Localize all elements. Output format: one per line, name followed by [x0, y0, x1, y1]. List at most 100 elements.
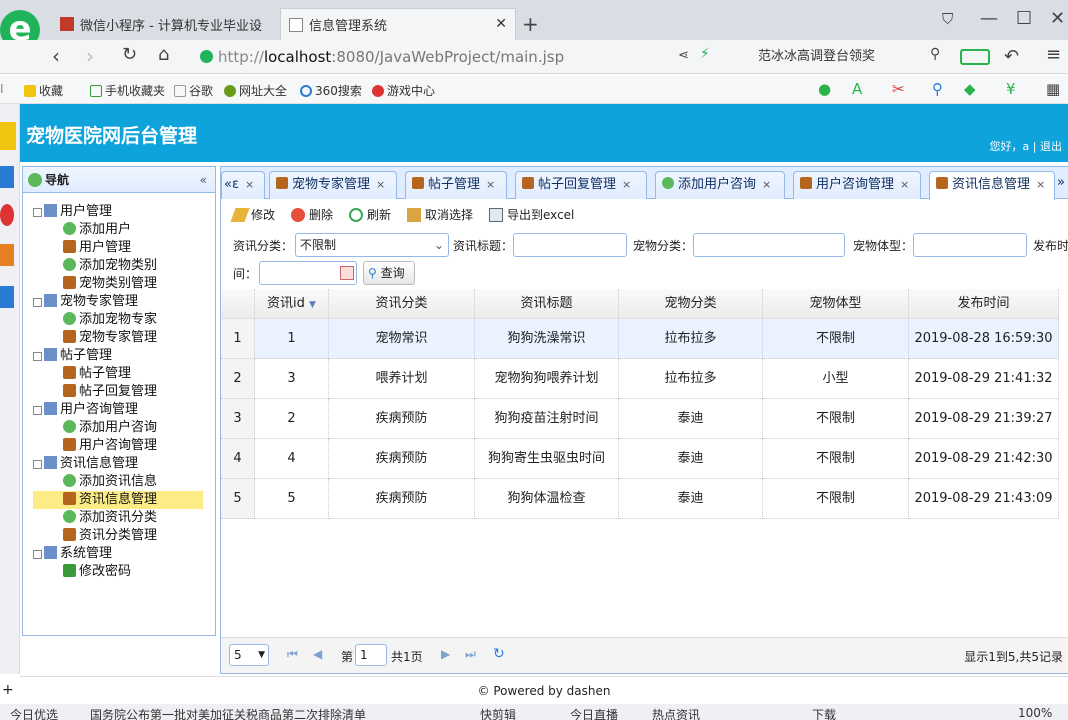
scissors-icon[interactable]: ✂	[892, 80, 905, 98]
expand-toggle-icon[interactable]	[33, 550, 42, 559]
nav-item[interactable]: 宠物类别管理	[63, 275, 157, 293]
reload-icon[interactable]: ↻	[122, 44, 137, 65]
cancel-select-button[interactable]: 取消选择	[407, 206, 473, 223]
note-icon[interactable]	[0, 286, 14, 308]
nav-item[interactable]: 资讯信息管理	[33, 491, 203, 509]
last-page-icon[interactable]: ⏭	[465, 647, 476, 662]
edit-button[interactable]: 修改	[230, 206, 275, 223]
close-icon[interactable]: ×	[900, 178, 909, 191]
battery-icon[interactable]	[960, 49, 990, 65]
column-header[interactable]: 资讯分类	[329, 289, 475, 319]
shirt-icon[interactable]: ⛉	[942, 10, 953, 28]
close-icon[interactable]: ×	[376, 178, 385, 191]
nav-item[interactable]: 添加用户	[63, 221, 131, 239]
table-cell[interactable]: 2019-08-29 21:39:27	[909, 399, 1059, 439]
table-cell[interactable]: 泰迪	[619, 399, 763, 439]
close-icon[interactable]: ×	[486, 178, 495, 191]
refresh-icon[interactable]: ↻	[493, 646, 505, 662]
status-item[interactable]: 下载	[812, 706, 836, 720]
nav-item[interactable]: 添加用户咨询	[63, 419, 157, 437]
close-tab-icon[interactable]: ✕	[495, 16, 507, 32]
table-cell[interactable]: 狗狗洗澡常识	[475, 319, 619, 359]
query-button[interactable]: ⚲ 查询	[363, 261, 415, 285]
browser-tab-active[interactable]: 信息管理系统 ✕	[280, 8, 516, 40]
page-size-select[interactable]: 5 ▼	[229, 644, 269, 666]
table-cell[interactable]: 喂养计划	[329, 359, 475, 399]
forward-icon[interactable]: ›	[86, 44, 94, 68]
delete-button[interactable]: 删除	[291, 206, 333, 223]
table-cell[interactable]: 不限制	[763, 399, 909, 439]
translate-icon[interactable]: A	[852, 80, 862, 98]
nav-item[interactable]: 资讯分类管理	[63, 527, 157, 545]
table-cell[interactable]: 小型	[763, 359, 909, 399]
table-cell[interactable]: 2019-08-29 21:41:32	[909, 359, 1059, 399]
expand-toggle-icon[interactable]	[33, 208, 42, 217]
nav-group[interactable]: 系统管理	[33, 545, 112, 563]
status-item[interactable]: 热点资讯	[652, 706, 700, 720]
bookmark-item[interactable]: 游戏中心	[372, 82, 435, 99]
bookmark-item[interactable]: 谷歌	[174, 82, 213, 99]
maximize-icon[interactable]: ☐	[1016, 8, 1032, 29]
column-header[interactable]: 宠物体型	[763, 289, 909, 319]
prev-page-icon[interactable]: ◀	[313, 647, 322, 661]
column-header[interactable]: 宠物分类	[619, 289, 763, 319]
table-cell[interactable]: 拉布拉多	[619, 319, 763, 359]
table-cell[interactable]: 宠物常识	[329, 319, 475, 359]
minimize-icon[interactable]: —	[980, 8, 998, 29]
table-cell[interactable]: 疾病预防	[329, 439, 475, 479]
new-tab-button[interactable]: +	[522, 12, 539, 36]
share-icon[interactable]: ⋖	[678, 48, 689, 63]
close-icon[interactable]: ×	[622, 178, 631, 191]
table-cell[interactable]: 泰迪	[619, 479, 763, 519]
table-cell[interactable]: 不限制	[763, 439, 909, 479]
nav-item[interactable]: 宠物专家管理	[63, 329, 157, 347]
calendar-icon[interactable]	[340, 266, 354, 280]
apps-icon[interactable]: ▦	[1046, 80, 1060, 98]
page-tab[interactable]: 资讯信息管理 ×	[929, 171, 1055, 200]
scroll-right-icon[interactable]: »	[1057, 175, 1065, 190]
nav-item[interactable]: 添加宠物类别	[63, 257, 157, 275]
status-item[interactable]: 今日直播	[570, 706, 618, 720]
pet-category-input[interactable]	[693, 233, 845, 257]
table-cell[interactable]: 拉布拉多	[619, 359, 763, 399]
home-icon[interactable]: ⌂	[158, 44, 169, 65]
page-tab[interactable]: 帖子回复管理 ×	[515, 171, 647, 199]
table-cell[interactable]: 2019-08-28 16:59:30	[909, 319, 1059, 359]
nav-item[interactable]: 帖子管理	[63, 365, 131, 383]
table-cell[interactable]: 泰迪	[619, 439, 763, 479]
status-item[interactable]: 快剪辑	[480, 706, 516, 720]
pet-size-input[interactable]	[913, 233, 1027, 257]
table-cell[interactable]: 狗狗体温检查	[475, 479, 619, 519]
browser-tab[interactable]: 微信小程序 - 计算机专业毕业设	[52, 8, 270, 40]
table-cell[interactable]: 不限制	[763, 479, 909, 519]
close-window-icon[interactable]: ✕	[1050, 8, 1065, 29]
nav-group[interactable]: 用户咨询管理	[33, 401, 138, 419]
page-tab[interactable]: 宠物专家管理 ×	[269, 171, 397, 199]
bookmark-item[interactable]: 手机收藏夹	[90, 82, 165, 99]
nav-item[interactable]: 用户管理	[63, 239, 131, 257]
nav-item[interactable]: 添加资讯分类	[63, 509, 157, 527]
table-cell[interactable]: 4	[255, 439, 329, 479]
close-icon[interactable]: ×	[1036, 178, 1045, 191]
column-header[interactable]: 发布时间	[909, 289, 1059, 319]
table-cell[interactable]: 宠物狗狗喂养计划	[475, 359, 619, 399]
table-cell[interactable]: 狗狗寄生虫驱虫时间	[475, 439, 619, 479]
table-cell[interactable]: 3	[255, 359, 329, 399]
bookmark-item[interactable]: 收藏	[24, 82, 63, 99]
gamepad-icon[interactable]: ◆	[964, 80, 976, 98]
money-icon[interactable]: ¥	[1006, 80, 1016, 98]
bookmark-item[interactable]: 360搜索	[300, 82, 362, 99]
weibo-icon[interactable]	[0, 204, 14, 226]
table-cell[interactable]: 2	[255, 399, 329, 439]
title-input[interactable]	[513, 233, 627, 257]
table-cell[interactable]: 2019-08-29 21:43:09	[909, 479, 1059, 519]
nav-item[interactable]: 帖子回复管理	[63, 383, 157, 401]
add-icon[interactable]: +	[2, 682, 14, 698]
nav-group[interactable]: 资讯信息管理	[33, 455, 138, 473]
nav-item[interactable]: 添加宠物专家	[63, 311, 157, 329]
nav-item[interactable]: 修改密码	[63, 563, 131, 581]
expand-toggle-icon[interactable]	[33, 352, 42, 361]
table-cell[interactable]: 1	[255, 319, 329, 359]
table-cell[interactable]: 疾病预防	[329, 399, 475, 439]
back-icon[interactable]: ‹	[52, 44, 60, 68]
